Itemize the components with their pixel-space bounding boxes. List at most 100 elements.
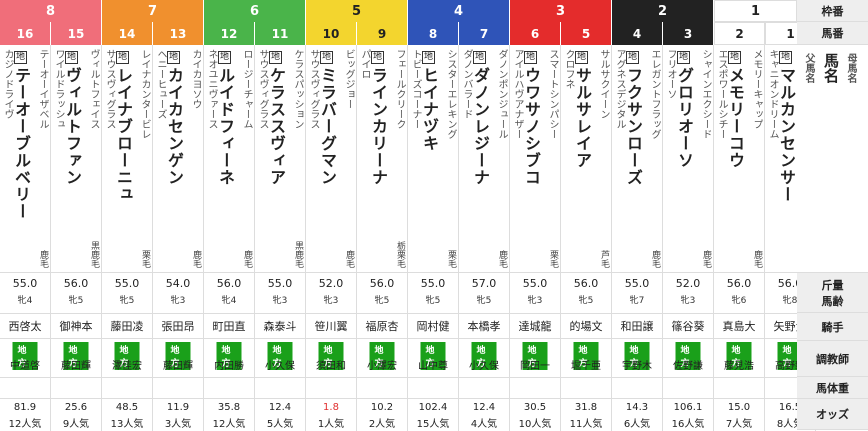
- jockey-name[interactable]: 福原杏: [357, 313, 407, 339]
- horse-column[interactable]: クロフネ 地 サルサレイア サルサクイーン 芦毛 56.0 牝5 的場文 地方 …: [561, 45, 612, 431]
- jockey-name[interactable]: 西啓太: [0, 313, 50, 339]
- trainer-name[interactable]: 山中尊: [408, 357, 458, 372]
- horse-column[interactable]: アグネスデジタル 地 フクサンローズ エレガントフラッグ 鹿毛 55.0 牝7 …: [612, 45, 663, 431]
- trainer-name[interactable]: 藤田輝: [51, 357, 101, 372]
- horse-column[interactable]: サウスヴィグラス 地 ケラススヴィア ケラスパッション 黒鹿毛 55.0 牝3 …: [255, 45, 306, 431]
- horse-name[interactable]: マルカンセンサー: [776, 67, 796, 203]
- label-sire: 父馬名: [803, 53, 814, 83]
- horse-age: 牝6: [731, 296, 747, 306]
- waku-4: 5: [306, 0, 408, 22]
- umaban-8: 8: [408, 22, 459, 45]
- jockey-name[interactable]: 御神本: [51, 313, 101, 339]
- chihou-mark: 地: [167, 51, 180, 64]
- odds-value: 1.8: [323, 402, 339, 413]
- umaban-16: 16: [0, 22, 51, 45]
- label-weight: 斤量: [821, 278, 844, 292]
- horse-column[interactable]: ネオユニヴァース 地 ルイドフィーネ ロージーチャーム 鹿毛 56.0 牝4 町…: [204, 45, 255, 431]
- jockey-name[interactable]: 笹川翼: [306, 313, 356, 339]
- horse-name[interactable]: ケラススヴィア: [266, 67, 286, 186]
- jockey-name[interactable]: 真島大: [714, 313, 764, 339]
- popularity: 2人気: [368, 419, 396, 430]
- jockey-name[interactable]: 岡村健: [408, 313, 458, 339]
- jockey-name[interactable]: 張田昂: [153, 313, 203, 339]
- horse-name[interactable]: レイナブローニュ: [113, 67, 133, 203]
- carried-weight: 56.0: [369, 277, 395, 290]
- chihou-mark: 地: [116, 51, 129, 64]
- waku-5: 4: [408, 0, 510, 22]
- jockey-name[interactable]: 和田譲: [612, 313, 662, 339]
- body-weight: [102, 377, 152, 399]
- horse-name[interactable]: テーオーブルベリー: [11, 67, 31, 220]
- umaban-10: 10: [306, 22, 357, 45]
- horse-name-area: サウスヴィグラス 地 ミラバーグマン ビッグジョー 鹿毛: [306, 45, 356, 273]
- horse-name[interactable]: ウワサノシブコ: [521, 67, 541, 186]
- horse-column[interactable]: サウスヴィグラス 地 レイナブローニュ レイナカンタービレ 栗毛 55.0 牝5…: [102, 45, 153, 431]
- carried-weight: 52.0: [318, 277, 344, 290]
- horse-column[interactable]: トビーズコーナー 地 ヒイナヅキ シスターエレキング 栗毛 55.0 牝5 岡村…: [408, 45, 459, 431]
- trainer-name[interactable]: 内田勝: [204, 357, 254, 372]
- horse-column[interactable]: パイロ 地 ラインカリーナ フェールクリーク 栃栗毛 56.0 牝5 福原杏 地…: [357, 45, 408, 431]
- trainer-name[interactable]: 中道啓: [0, 357, 50, 372]
- trainer-name[interactable]: 藤田輝: [153, 357, 203, 372]
- odds-value: 12.4: [472, 402, 496, 413]
- jockey-name[interactable]: 達城龍: [510, 313, 560, 339]
- label-age: 馬齢: [821, 294, 844, 308]
- jockey-name[interactable]: 本橋孝: [459, 313, 509, 339]
- horse-column[interactable]: フリオーソ 地 グロリオーソ シャインエクシード 鹿毛 52.0 牝3 篠谷葵 …: [663, 45, 714, 431]
- carried-weight: 56.0: [573, 277, 599, 290]
- horse-age: 牝3: [680, 296, 696, 306]
- jockey-name[interactable]: 藤田凌: [102, 313, 152, 339]
- jockey-name[interactable]: 森泰斗: [255, 313, 305, 339]
- horse-name[interactable]: カイカセンゲン: [164, 67, 184, 186]
- trainer-name[interactable]: 宇野木: [612, 357, 662, 372]
- horse-name[interactable]: ラインカリーナ: [368, 67, 388, 186]
- popularity: 3人気: [164, 419, 192, 430]
- trainer-name[interactable]: 小久保: [255, 357, 305, 372]
- horse-column[interactable]: アイルハヴアナザー 地 ウワサノシブコ スマートシンパシー 栗毛 55.0 牝3…: [510, 45, 561, 431]
- trainer-name[interactable]: 佐野謙: [663, 357, 713, 372]
- trainer-name[interactable]: 藤見浩: [714, 357, 764, 372]
- trainer-name[interactable]: 澤佳宏: [102, 357, 152, 372]
- dam-name: ヴィルトフェイス: [88, 49, 99, 129]
- body-weight: [306, 377, 356, 399]
- horse-column[interactable]: エスポワールシチー 地 メモリーコウ メモリーキャップ 鹿毛 56.0 牝6 真…: [714, 45, 765, 431]
- chihou-mark: 地: [320, 51, 333, 64]
- horse-name[interactable]: ヴィルトファン: [62, 67, 82, 186]
- chihou-mark: 地: [728, 51, 741, 64]
- jockey-name[interactable]: 町田直: [204, 313, 254, 339]
- horse-name[interactable]: ルイドフィーネ: [215, 67, 235, 186]
- horse-name[interactable]: ダノンレジーナ: [470, 67, 490, 186]
- trainer-name[interactable]: 岡田一: [510, 357, 560, 372]
- horse-column[interactable]: サウスヴィグラス 地 ミラバーグマン ビッグジョー 鹿毛 52.0 牝3 笹川翼…: [306, 45, 357, 431]
- horse-column[interactable]: ヘニーヒューズ 地 カイカセンゲン カイカヨソウ 鹿毛 54.0 牝3 張田昂 …: [153, 45, 204, 431]
- chihou-mark: 地: [575, 51, 588, 64]
- carried-weight: 55.0: [522, 277, 548, 290]
- body-weight: [0, 377, 50, 399]
- horse-column[interactable]: カジノドライヴ 地 テーオーブルベリー テーオーイザベル 鹿毛 55.0 牝4 …: [0, 45, 51, 431]
- trainer-name[interactable]: 小久保: [459, 357, 509, 372]
- horse-age: 牝3: [272, 296, 288, 306]
- carried-weight: 55.0: [114, 277, 140, 290]
- umaban-12: 12: [204, 22, 255, 45]
- carried-weight: 56.0: [63, 277, 89, 290]
- horse-name[interactable]: ヒイナヅキ: [419, 67, 439, 152]
- horse-name[interactable]: サルサレイア: [572, 67, 592, 169]
- dam-name: ダノンポンジュール: [496, 49, 507, 139]
- horse-name[interactable]: メモリーコウ: [725, 67, 745, 169]
- coat-color: 鹿毛: [38, 250, 48, 268]
- horse-column[interactable]: ダノンバラード 地 ダノンレジーナ ダノンポンジュール 鹿毛 57.0 牝5 本…: [459, 45, 510, 431]
- horse-column[interactable]: ワイルドラッシュ 地 ヴィルトファン ヴィルトフェイス 黒鹿毛 56.0 牝5 …: [51, 45, 102, 431]
- label-bodyweight: 馬体重: [797, 377, 868, 399]
- jockey-name[interactable]: 的場文: [561, 313, 611, 339]
- popularity: 16人気: [671, 419, 705, 430]
- label-jockey: 騎手: [797, 313, 868, 341]
- jockey-name[interactable]: 篠谷葵: [663, 313, 713, 339]
- trainer-name[interactable]: 小澤宏: [357, 357, 407, 372]
- horse-name[interactable]: フクサンローズ: [623, 67, 643, 186]
- trainer-name[interactable]: 須田和: [306, 357, 356, 372]
- coat-color: 栗毛: [446, 250, 456, 268]
- trainer-name[interactable]: 堀千亜: [561, 357, 611, 372]
- horse-name[interactable]: グロリオーソ: [674, 67, 694, 169]
- horse-name[interactable]: ミラバーグマン: [317, 67, 337, 186]
- odds-value: 12.4: [268, 402, 292, 413]
